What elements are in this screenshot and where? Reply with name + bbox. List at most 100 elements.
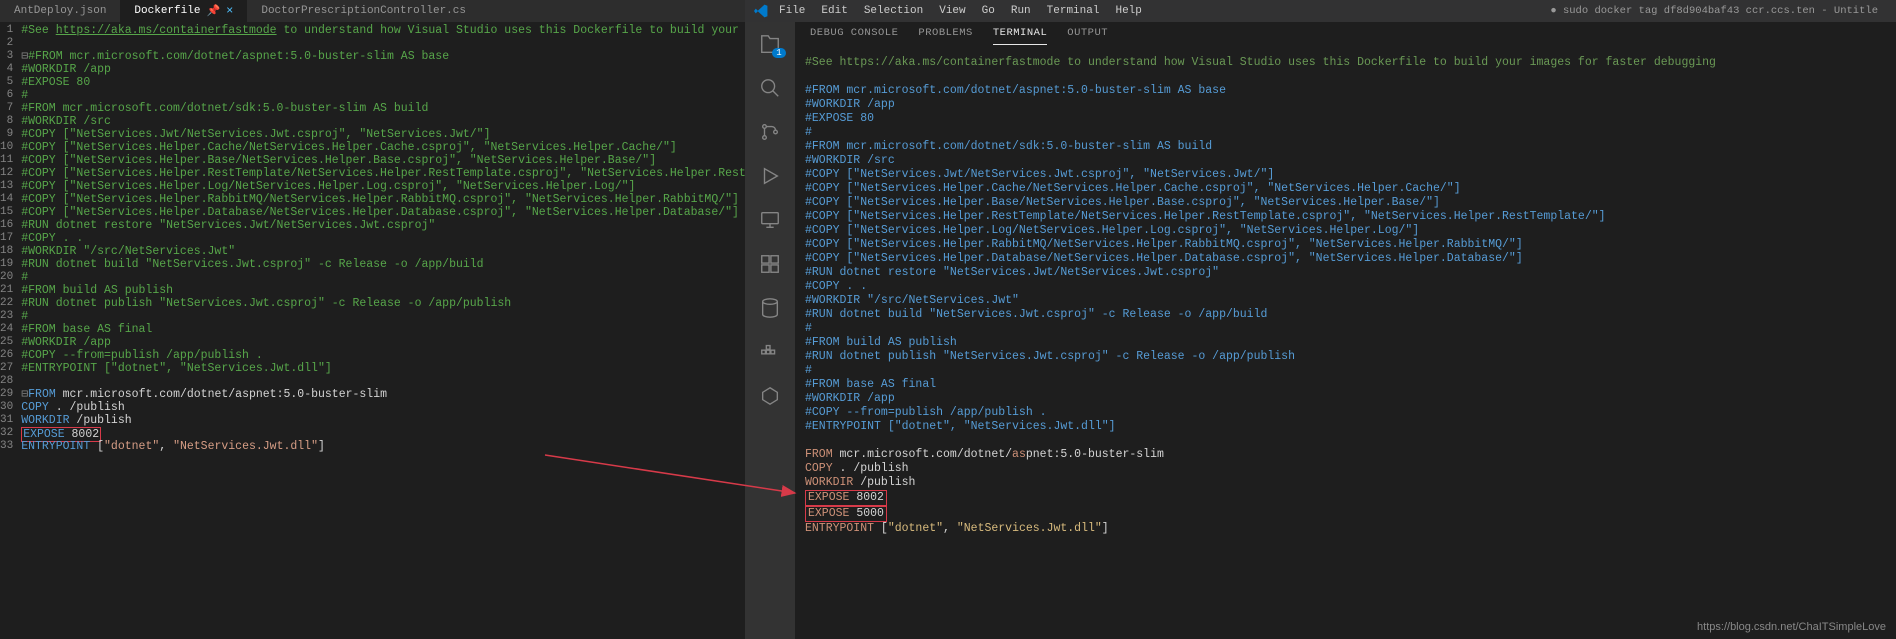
terminal-line: #RUN dotnet publish "NetServices.Jwt.csp…	[805, 350, 1886, 364]
code-line[interactable]: #	[21, 310, 745, 323]
terminal-line: #COPY --from=publish /app/publish .	[805, 406, 1886, 420]
code-line[interactable]: #COPY ["NetServices.Helper.Log/NetServic…	[21, 180, 745, 193]
terminal-line: EXPOSE 8002	[805, 490, 1886, 506]
code-line[interactable]: #FROM mcr.microsoft.com/dotnet/sdk:5.0-b…	[21, 102, 745, 115]
code-line[interactable]: ⊟#FROM mcr.microsoft.com/dotnet/aspnet:5…	[21, 50, 745, 63]
tab-antdeploy[interactable]: AntDeploy.json	[0, 0, 120, 22]
menu-terminal[interactable]: Terminal	[1041, 3, 1106, 19]
panel-tab-problems[interactable]: PROBLEMS	[918, 27, 972, 44]
terminal-line	[805, 434, 1886, 448]
terminal-line: #ENTRYPOINT ["dotnet", "NetServices.Jwt.…	[805, 420, 1886, 434]
badge: 1	[772, 48, 786, 58]
terminal-line: #WORKDIR "/src/NetServices.Jwt"	[805, 294, 1886, 308]
pin-icon[interactable]: 📌	[206, 4, 220, 18]
code-line[interactable]: #WORKDIR /app	[21, 336, 745, 349]
terminal-content[interactable]: #See https://aka.ms/containerfastmode to…	[795, 50, 1896, 639]
code-line[interactable]: #COPY ["NetServices.Helper.Database/NetS…	[21, 206, 745, 219]
menu-file[interactable]: File	[773, 3, 811, 19]
code-line[interactable]: #	[21, 89, 745, 102]
terminal-line: #FROM build AS publish	[805, 336, 1886, 350]
menu-selection[interactable]: Selection	[858, 3, 929, 19]
code-line[interactable]: #RUN dotnet build "NetServices.Jwt.cspro…	[21, 258, 745, 271]
explorer-icon[interactable]: 1	[758, 32, 782, 56]
code-line[interactable]: #FROM build AS publish	[21, 284, 745, 297]
source-control-icon[interactable]	[758, 120, 782, 144]
code-line[interactable]: ENTRYPOINT ["dotnet", "NetServices.Jwt.d…	[21, 440, 745, 453]
code-line[interactable]: #WORKDIR /app	[21, 63, 745, 76]
terminal-line: #See https://aka.ms/containerfastmode to…	[805, 56, 1886, 70]
terminal-line: #COPY ["NetServices.Helper.Database/NetS…	[805, 252, 1886, 266]
terminal-line: #	[805, 126, 1886, 140]
vs-editor-pane: AntDeploy.json Dockerfile 📌 × DoctorPres…	[0, 0, 745, 639]
terminal-line: WORKDIR /publish	[805, 476, 1886, 490]
panel-tab-terminal[interactable]: TERMINAL	[993, 27, 1047, 45]
kubernetes-icon[interactable]	[758, 384, 782, 408]
code-line[interactable]	[21, 375, 745, 388]
terminal-line: ENTRYPOINT ["dotnet", "NetServices.Jwt.d…	[805, 522, 1886, 536]
terminal-line: #RUN dotnet build "NetServices.Jwt.cspro…	[805, 308, 1886, 322]
code-line[interactable]: #COPY ["NetServices.Helper.Base/NetServi…	[21, 154, 745, 167]
panel-tab-output[interactable]: OUTPUT	[1067, 27, 1108, 44]
terminal-line: #COPY ["NetServices.Helper.Log/NetServic…	[805, 224, 1886, 238]
activity-bar: 1	[745, 22, 795, 639]
vscode-logo-icon	[753, 3, 769, 19]
code-line[interactable]: ⊟FROM mcr.microsoft.com/dotnet/aspnet:5.…	[21, 388, 745, 401]
code-line[interactable]: COPY . /publish	[21, 401, 745, 414]
code-line[interactable]: #WORKDIR "/src/NetServices.Jwt"	[21, 245, 745, 258]
code-line[interactable]: #EXPOSE 80	[21, 76, 745, 89]
code-line[interactable]: #FROM base AS final	[21, 323, 745, 336]
panel-tabs: DEBUG CONSOLE PROBLEMS TERMINAL OUTPUT	[795, 22, 1896, 50]
code-line[interactable]: #COPY ["NetServices.Jwt/NetServices.Jwt.…	[21, 128, 745, 141]
code-line[interactable]: #RUN dotnet publish "NetServices.Jwt.csp…	[21, 297, 745, 310]
run-debug-icon[interactable]	[758, 164, 782, 188]
terminal-line: #WORKDIR /src	[805, 154, 1886, 168]
code-line[interactable]: #See https://aka.ms/containerfastmode to…	[21, 24, 745, 37]
menu-run[interactable]: Run	[1005, 3, 1037, 19]
terminal-line: COPY . /publish	[805, 462, 1886, 476]
close-icon[interactable]: ×	[226, 4, 233, 18]
code-line[interactable]: #COPY . .	[21, 232, 745, 245]
tab-controller[interactable]: DoctorPrescriptionController.cs	[247, 0, 480, 22]
panel-area: DEBUG CONSOLE PROBLEMS TERMINAL OUTPUT #…	[795, 22, 1896, 639]
terminal-line: #COPY ["NetServices.Helper.RabbitMQ/NetS…	[805, 238, 1886, 252]
terminal-line: #COPY ["NetServices.Helper.Cache/NetServ…	[805, 182, 1886, 196]
code-line[interactable]: #COPY ["NetServices.Helper.Cache/NetServ…	[21, 141, 745, 154]
panel-tab-debug[interactable]: DEBUG CONSOLE	[810, 27, 898, 44]
code-line[interactable]: EXPOSE 8002	[21, 427, 745, 440]
code-line[interactable]: #RUN dotnet restore "NetServices.Jwt/Net…	[21, 219, 745, 232]
code-line[interactable]: #	[21, 271, 745, 284]
tab-dockerfile[interactable]: Dockerfile 📌 ×	[120, 0, 247, 22]
menu-help[interactable]: Help	[1109, 3, 1147, 19]
search-icon[interactable]	[758, 76, 782, 100]
terminal-line: #FROM mcr.microsoft.com/dotnet/aspnet:5.…	[805, 84, 1886, 98]
code-line[interactable]: #COPY --from=publish /app/publish .	[21, 349, 745, 362]
database-icon[interactable]	[758, 296, 782, 320]
terminal-line: EXPOSE 5000	[805, 506, 1886, 522]
code-content[interactable]: #See https://aka.ms/containerfastmode to…	[21, 24, 745, 639]
code-line[interactable]: #COPY ["NetServices.Helper.RabbitMQ/NetS…	[21, 193, 745, 206]
titlebar: File Edit Selection View Go Run Terminal…	[745, 0, 1896, 22]
terminal-line: #FROM base AS final	[805, 378, 1886, 392]
code-line[interactable]: #WORKDIR /src	[21, 115, 745, 128]
code-line[interactable]: #ENTRYPOINT ["dotnet", "NetServices.Jwt.…	[21, 362, 745, 375]
window-title: ● sudo docker tag df8d904baf43 ccr.ccs.t…	[1152, 5, 1888, 17]
watermark: https://blog.csdn.net/ChaITSimpleLove	[1697, 621, 1886, 633]
extensions-icon[interactable]	[758, 252, 782, 276]
terminal-line: #RUN dotnet restore "NetServices.Jwt/Net…	[805, 266, 1886, 280]
terminal-line: #COPY . .	[805, 280, 1886, 294]
code-line[interactable]	[21, 37, 745, 50]
code-line[interactable]: #COPY ["NetServices.Helper.RestTemplate/…	[21, 167, 745, 180]
code-editor[interactable]: 1234567891011121314151617181920212223242…	[0, 22, 745, 639]
terminal-line: #	[805, 364, 1886, 378]
menu-view[interactable]: View	[933, 3, 971, 19]
docker-icon[interactable]	[758, 340, 782, 364]
vscode-pane: File Edit Selection View Go Run Terminal…	[745, 0, 1896, 639]
remote-icon[interactable]	[758, 208, 782, 232]
terminal-line: #COPY ["NetServices.Jwt/NetServices.Jwt.…	[805, 168, 1886, 182]
terminal-line	[805, 70, 1886, 84]
menu-go[interactable]: Go	[976, 3, 1001, 19]
terminal-line: #FROM mcr.microsoft.com/dotnet/sdk:5.0-b…	[805, 140, 1886, 154]
code-line[interactable]: WORKDIR /publish	[21, 414, 745, 427]
terminal-line: #WORKDIR /app	[805, 98, 1886, 112]
menu-edit[interactable]: Edit	[815, 3, 853, 19]
